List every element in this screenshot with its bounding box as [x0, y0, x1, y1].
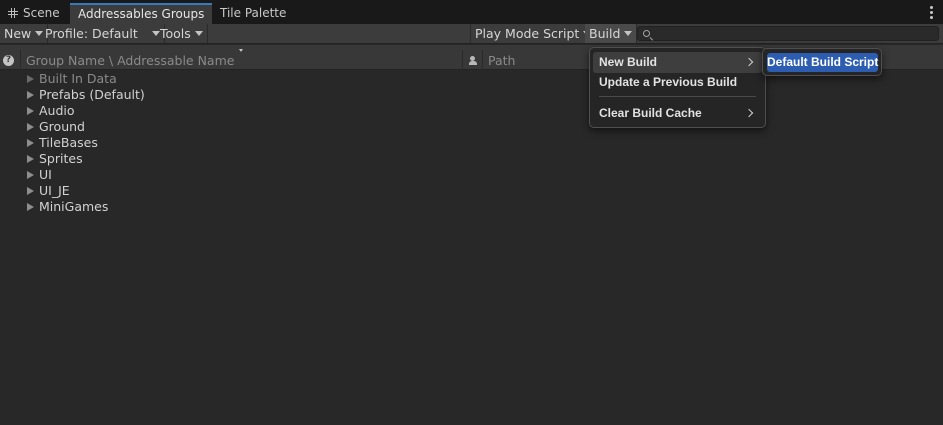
column-divider[interactable] — [482, 50, 483, 70]
group-label: Sprites — [39, 151, 83, 166]
tab-tile-palette-label: Tile Palette — [220, 6, 287, 20]
tree-row-tilebases[interactable]: TileBases — [0, 135, 943, 151]
chevron-down-icon — [624, 31, 633, 36]
expand-arrow-icon[interactable] — [27, 107, 34, 115]
chevron-down-icon — [194, 31, 203, 36]
expand-arrow-icon[interactable] — [27, 139, 34, 147]
chevron-right-icon — [744, 57, 754, 67]
group-label: UI_JE — [39, 183, 70, 198]
menu-item-label: Update a Previous Build — [599, 75, 738, 89]
play-mode-script-dropdown[interactable]: Play Mode Script — [470, 24, 597, 43]
tools-dropdown[interactable]: Tools — [156, 24, 208, 43]
menu-item-new-build[interactable]: New Build — [593, 52, 762, 73]
group-label: MiniGames — [39, 199, 109, 214]
search-input[interactable] — [637, 26, 939, 41]
addressable-user-icon — [469, 56, 477, 65]
toolbar: New Profile: Default Tools Play Mode Scr… — [0, 24, 943, 44]
group-label: TileBases — [39, 135, 98, 150]
expand-arrow-icon[interactable] — [27, 171, 34, 179]
tree-row-ui[interactable]: UI — [0, 167, 943, 183]
profile-dropdown[interactable]: Profile: Default — [41, 24, 165, 43]
tab-bar: Scene Addressables Groups Tile Palette — [0, 0, 943, 24]
build-menu: New Build Update a Previous Build Clear … — [589, 47, 766, 128]
new-dropdown-label: New — [4, 26, 32, 41]
column-divider[interactable] — [20, 50, 21, 70]
tab-scene[interactable]: Scene — [0, 3, 68, 24]
tab-scene-label: Scene — [23, 6, 60, 20]
group-label: Prefabs (Default) — [39, 87, 145, 102]
more-options-icon[interactable] — [930, 6, 933, 19]
build-dropdown[interactable]: Build — [585, 24, 638, 43]
search-icon — [643, 30, 650, 37]
build-dropdown-label: Build — [589, 26, 621, 41]
menu-item-clear-build-cache[interactable]: Clear Build Cache — [593, 103, 762, 124]
group-label: UI — [39, 167, 52, 182]
menu-item-default-build-script[interactable]: Default Build Script — [767, 53, 878, 72]
new-build-submenu: Default Build Script — [762, 48, 882, 76]
tab-tile-palette[interactable]: Tile Palette — [212, 3, 294, 24]
play-mode-script-label: Play Mode Script — [475, 26, 580, 41]
expand-arrow-icon[interactable] — [27, 155, 34, 163]
column-divider[interactable] — [462, 50, 463, 70]
tree-row-prefabs[interactable]: Prefabs (Default) — [0, 87, 943, 103]
menu-item-label: Clear Build Cache — [599, 106, 702, 120]
menu-item-label: New Build — [599, 55, 658, 69]
chevron-right-icon — [744, 108, 754, 118]
tree-row-audio[interactable]: Audio — [0, 103, 943, 119]
tree-row-sprites[interactable]: Sprites — [0, 151, 943, 167]
group-label: Ground — [39, 119, 85, 134]
tools-dropdown-label: Tools — [160, 26, 191, 41]
column-group-name[interactable]: Group Name \ Addressable Name — [26, 53, 234, 68]
grid-icon — [8, 8, 18, 18]
group-label: Audio — [39, 103, 75, 118]
menu-item-update-previous-build[interactable]: Update a Previous Build — [593, 72, 762, 93]
tree-row-minigames[interactable]: MiniGames — [0, 199, 943, 215]
column-path[interactable]: Path — [488, 53, 515, 68]
profile-dropdown-label: Profile: Default — [45, 26, 138, 41]
menu-separator — [599, 96, 756, 97]
expand-arrow-icon[interactable] — [27, 203, 34, 211]
expand-arrow-icon[interactable] — [27, 187, 34, 195]
tab-addressables-groups[interactable]: Addressables Groups — [70, 3, 213, 24]
tree-row-ui-je[interactable]: UI_JE — [0, 183, 943, 199]
help-icon[interactable]: ? — [3, 55, 14, 66]
expand-arrow-icon[interactable] — [27, 123, 34, 131]
group-label: Built In Data — [39, 71, 117, 86]
expand-arrow-icon[interactable] — [27, 75, 34, 83]
tree-row-ground[interactable]: Ground — [0, 119, 943, 135]
sort-indicator-icon — [239, 49, 243, 52]
expand-arrow-icon[interactable] — [27, 91, 34, 99]
tab-addressables-groups-label: Addressables Groups — [78, 7, 205, 21]
groups-tree: Built In Data Prefabs (Default) Audio Gr… — [0, 71, 943, 215]
